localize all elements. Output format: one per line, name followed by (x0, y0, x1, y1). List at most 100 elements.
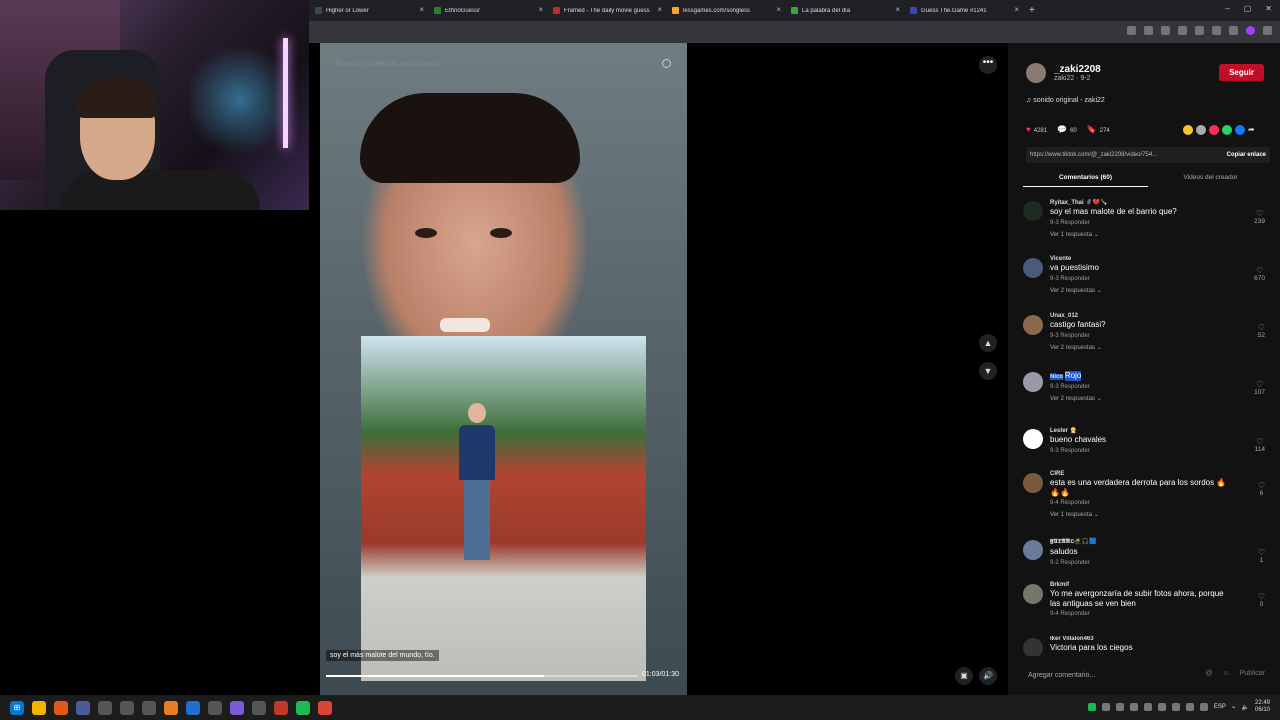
tray-icon[interactable] (1129, 703, 1138, 712)
app-icon[interactable] (274, 700, 288, 715)
comment-avatar[interactable] (1023, 372, 1043, 392)
video-player[interactable]: Buscar contenido relacionado soy el más … (320, 43, 687, 695)
install-icon[interactable] (1127, 26, 1136, 35)
add-comment-input[interactable]: Agregar comentario... (1028, 672, 1095, 679)
comment-like[interactable]: ♡ 670 (1254, 266, 1265, 282)
comment-avatar[interactable] (1023, 638, 1043, 656)
previous-video-button[interactable]: ▲ (979, 334, 997, 352)
tray-icon[interactable] (1101, 703, 1110, 712)
copy-link-button[interactable]: Copiar enlace (1227, 152, 1266, 158)
comment-avatar[interactable] (1023, 473, 1043, 493)
comment-like[interactable]: ♡ 239 (1254, 209, 1265, 225)
view-replies-link[interactable]: Ver 2 respuestas ⌄ (1050, 344, 1273, 351)
clock[interactable]: 22:49 06/10 (1255, 700, 1270, 714)
browser-tab[interactable]: Guess The.Game #1241 × (904, 0, 1023, 21)
app-icon[interactable] (76, 700, 90, 715)
tray-icon[interactable] (1185, 703, 1194, 712)
comment-avatar[interactable] (1023, 258, 1043, 278)
related-search-input[interactable]: Buscar contenido relacionado (336, 59, 441, 68)
network-icon[interactable]: ⌁ (1232, 704, 1236, 711)
comment-avatar[interactable] (1023, 540, 1043, 560)
app-icon[interactable] (98, 700, 112, 715)
comment-avatar[interactable] (1023, 315, 1043, 335)
next-video-button[interactable]: ▼ (979, 362, 997, 380)
tab-creator-videos[interactable]: Videos del creador (1148, 169, 1273, 187)
volume-icon[interactable]: 🔊 (979, 667, 997, 685)
sound-link[interactable]: ♫ sonido original - zaki22 (1026, 97, 1105, 104)
app-icon[interactable] (186, 700, 200, 715)
search-icon[interactable] (54, 700, 68, 715)
comment-stat[interactable]: 💬 60 (1057, 125, 1077, 134)
puzzle-icon[interactable] (1195, 26, 1204, 35)
downloads-icon[interactable] (1212, 26, 1221, 35)
close-icon[interactable]: × (776, 5, 781, 14)
language-indicator[interactable]: ESP (1214, 704, 1226, 710)
close-window-icon[interactable]: ✕ (1265, 4, 1272, 13)
follow-button[interactable]: Seguir (1219, 64, 1264, 81)
like-stat[interactable]: ♥ 4281 (1026, 125, 1047, 134)
comment-username[interactable]: Lester 🧑‍🎄 (1050, 427, 1273, 434)
search-icon[interactable] (662, 59, 671, 68)
more-options-button[interactable]: ••• (979, 56, 997, 74)
comment-username[interactable]: CIRE (1050, 471, 1273, 477)
share-icon[interactable] (1183, 125, 1193, 135)
app-icon[interactable] (252, 700, 266, 715)
tray-icon[interactable] (1157, 703, 1166, 712)
extension-icon[interactable] (1178, 26, 1187, 35)
app-icon[interactable] (142, 700, 156, 715)
discord-icon[interactable] (230, 700, 244, 715)
volume-icon[interactable]: 🔈 (1242, 704, 1249, 711)
comment-username[interactable]: Brkmif (1050, 582, 1273, 588)
folder-icon[interactable] (32, 700, 46, 715)
save-stat[interactable]: 🔖 274 (1087, 125, 1110, 134)
comment-avatar[interactable] (1023, 429, 1043, 449)
app-icon[interactable] (208, 700, 222, 715)
tray-icon[interactable] (1087, 703, 1096, 712)
comment-meta[interactable]: 9-4 Responder (1050, 500, 1273, 506)
close-icon[interactable]: × (419, 5, 424, 14)
tab-comments[interactable]: Comentarios (60) (1023, 169, 1148, 187)
comment-like[interactable]: ♡ 6 (1258, 481, 1265, 497)
comment-like[interactable]: ♡ 0 (1258, 592, 1265, 608)
share-arrow-icon[interactable]: ➦ (1248, 125, 1258, 135)
view-replies-link[interactable]: Ver 2 respuestas ⌄ (1050, 395, 1273, 402)
avatar[interactable] (1026, 63, 1046, 83)
tray-icon[interactable] (1199, 703, 1208, 712)
browser-tab[interactable]: Higher or Lower × (309, 0, 428, 21)
browser-tab[interactable]: Framed - The daily movie guess × (547, 0, 666, 21)
tray-icon[interactable] (1115, 703, 1124, 712)
maximize-icon[interactable]: ▢ (1244, 4, 1252, 13)
bookmark-star-icon[interactable] (1144, 26, 1153, 35)
view-replies-link[interactable]: Ver 2 respuestas ⌄ (1050, 287, 1273, 294)
video-progress-bar[interactable] (326, 675, 638, 677)
minimize-icon[interactable]: – (1225, 4, 1229, 13)
comment-meta[interactable]: 9-3 Responder (1050, 384, 1273, 390)
emoji-icon[interactable]: ☺ (1223, 670, 1230, 677)
profile-avatar[interactable] (1246, 26, 1255, 35)
whatsapp-icon[interactable] (1222, 125, 1232, 135)
comment-username[interactable]: Nico (1050, 374, 1064, 380)
view-replies-link[interactable]: Ver 1 respuesta ⌄ (1050, 231, 1273, 238)
comment-like[interactable]: ♡ 52 (1258, 323, 1265, 339)
share-icon[interactable] (1196, 125, 1206, 135)
comment-meta[interactable]: 9-3 Responder (1050, 276, 1273, 282)
comment-username[interactable]: Iker Villalon463 (1050, 636, 1273, 642)
author-block[interactable]: _zaki2208 zaki22 · 9-2 (1026, 63, 1101, 83)
start-icon[interactable]: ⊞ (10, 700, 24, 715)
comment-meta[interactable]: 9-3 Responder (1050, 333, 1273, 339)
comment-avatar[interactable] (1023, 201, 1043, 221)
comment-meta[interactable]: 9-2 Responder (1050, 560, 1273, 566)
new-tab-button[interactable]: + (1023, 5, 1041, 16)
close-icon[interactable]: × (1014, 5, 1019, 14)
comment-username[interactable]: Unax_012 (1050, 313, 1273, 319)
close-icon[interactable]: × (538, 5, 543, 14)
sidepanel-icon[interactable] (1229, 26, 1238, 35)
comment-username[interactable]: Ryitax_Thai 🦸💔🍾 (1050, 199, 1273, 206)
comment-like[interactable]: ♡ 107 (1254, 380, 1265, 396)
spotify-icon[interactable] (296, 700, 310, 715)
chrome-icon[interactable] (318, 700, 332, 715)
app-icon[interactable] (120, 700, 134, 715)
close-icon[interactable]: × (895, 5, 900, 14)
comment-meta[interactable]: 9-3 Responder (1050, 448, 1273, 454)
view-replies-link[interactable]: Ver 1 respuesta ⌄ (1050, 511, 1273, 518)
